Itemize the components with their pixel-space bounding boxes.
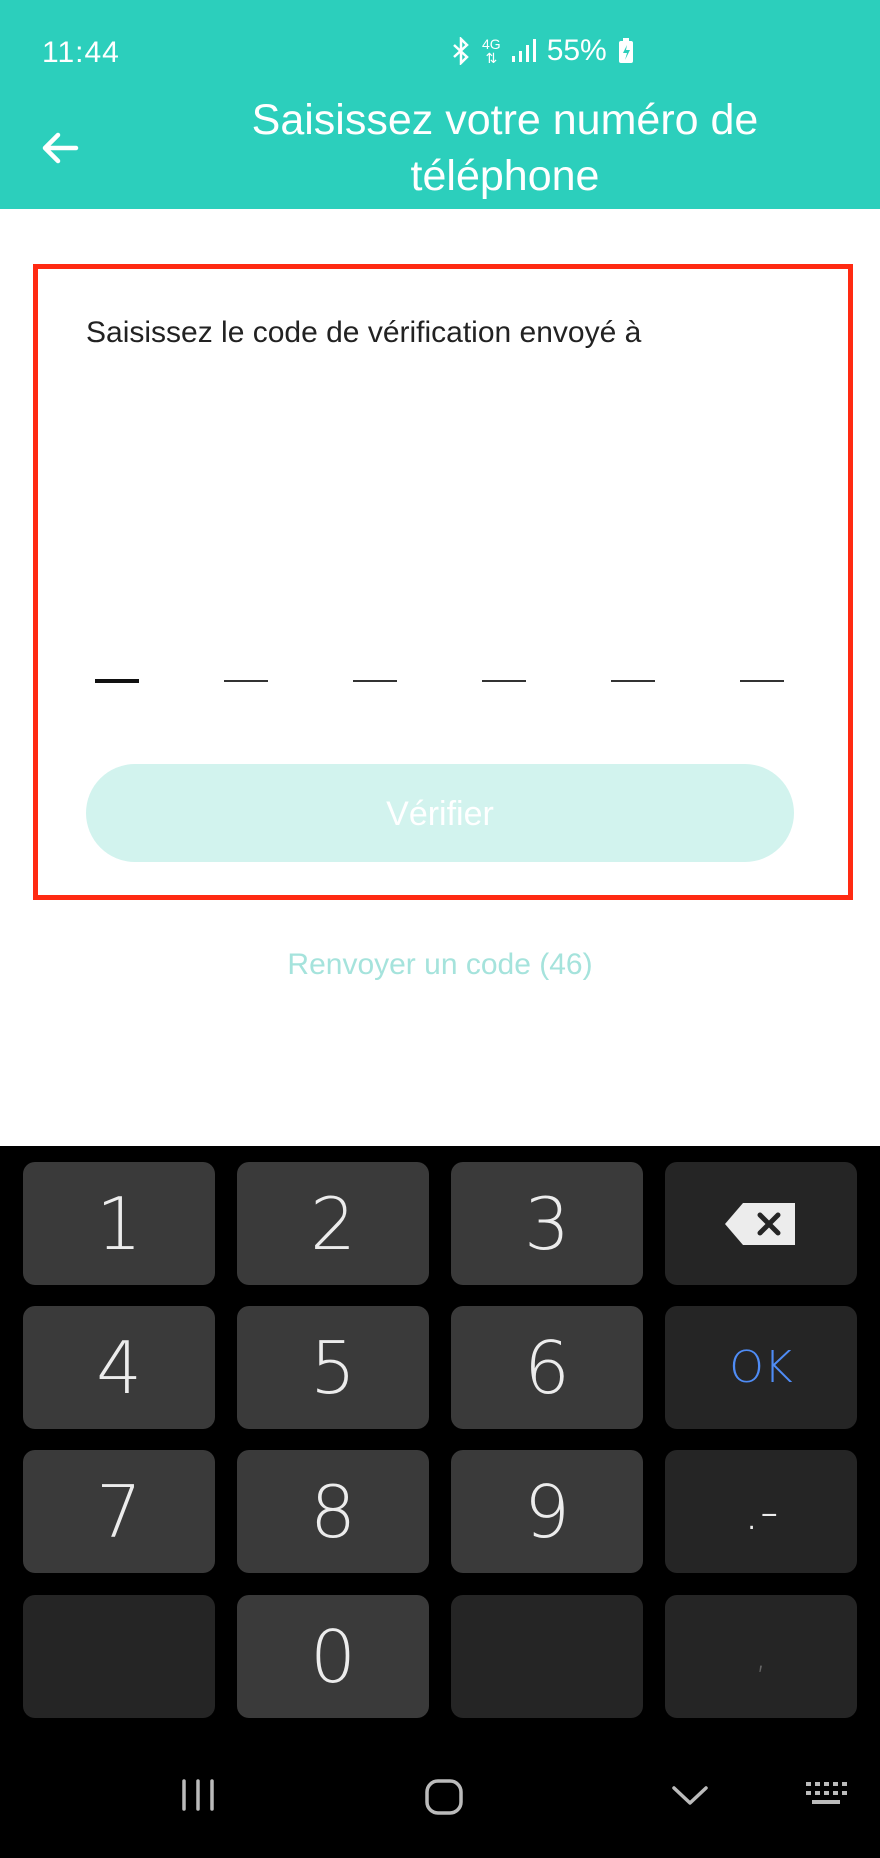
hide-keyboard-icon[interactable] [670, 1778, 710, 1817]
code-digit-6[interactable] [740, 680, 784, 682]
verify-button[interactable]: Vérifier [86, 764, 794, 862]
blank-key-left [23, 1595, 215, 1718]
code-digit-4[interactable] [482, 680, 526, 682]
page-title: Saisissez votre numéro de téléphone [251, 96, 759, 200]
key-0[interactable]: 0 [237, 1595, 429, 1718]
key-3[interactable]: 3 [451, 1162, 643, 1285]
system-navigation-bar [0, 1750, 880, 1858]
blank-key-right [451, 1595, 643, 1718]
verification-prompt: Saisissez le code de vérification envoyé… [86, 316, 642, 349]
code-digit-5[interactable] [611, 680, 655, 682]
network-type-label: 4G [482, 36, 501, 52]
backspace-key[interactable] [665, 1162, 857, 1285]
key-1[interactable]: 1 [23, 1162, 215, 1285]
key-2[interactable]: 2 [237, 1162, 429, 1285]
key-8[interactable]: 8 [237, 1450, 429, 1573]
app-header: 11:44 4G ⇅ 55% Saisissez votre numéro de … [0, 0, 880, 209]
status-time: 11:44 [42, 36, 120, 69]
signal-icon [511, 38, 537, 64]
code-digit-1[interactable] [95, 679, 139, 683]
backspace-icon [725, 1202, 795, 1245]
comma-key[interactable]: , [665, 1595, 857, 1718]
home-icon[interactable] [424, 1778, 464, 1821]
key-5[interactable]: 5 [237, 1306, 429, 1429]
back-button[interactable] [36, 124, 84, 172]
code-digit-3[interactable] [353, 680, 397, 682]
resend-code-link[interactable]: Renvoyer un code (46) [0, 948, 880, 982]
key-7[interactable]: 7 [23, 1450, 215, 1573]
network-type-icon: 4G ⇅ [482, 36, 501, 66]
key-4[interactable]: 4 [23, 1306, 215, 1429]
key-9[interactable]: 9 [451, 1450, 643, 1573]
ok-key[interactable]: OK [665, 1306, 857, 1429]
bluetooth-icon [450, 37, 472, 65]
status-icons: 4G ⇅ 55% [450, 34, 635, 68]
recent-apps-icon[interactable] [178, 1778, 218, 1817]
keyboard-switch-icon[interactable] [804, 1778, 848, 1817]
battery-charging-icon [617, 37, 635, 65]
battery-level: 55% [546, 34, 607, 67]
key-6[interactable]: 6 [451, 1306, 643, 1429]
back-arrow-icon [42, 132, 79, 164]
symbol-key[interactable]: .- [665, 1450, 857, 1573]
code-digit-2[interactable] [224, 680, 268, 682]
